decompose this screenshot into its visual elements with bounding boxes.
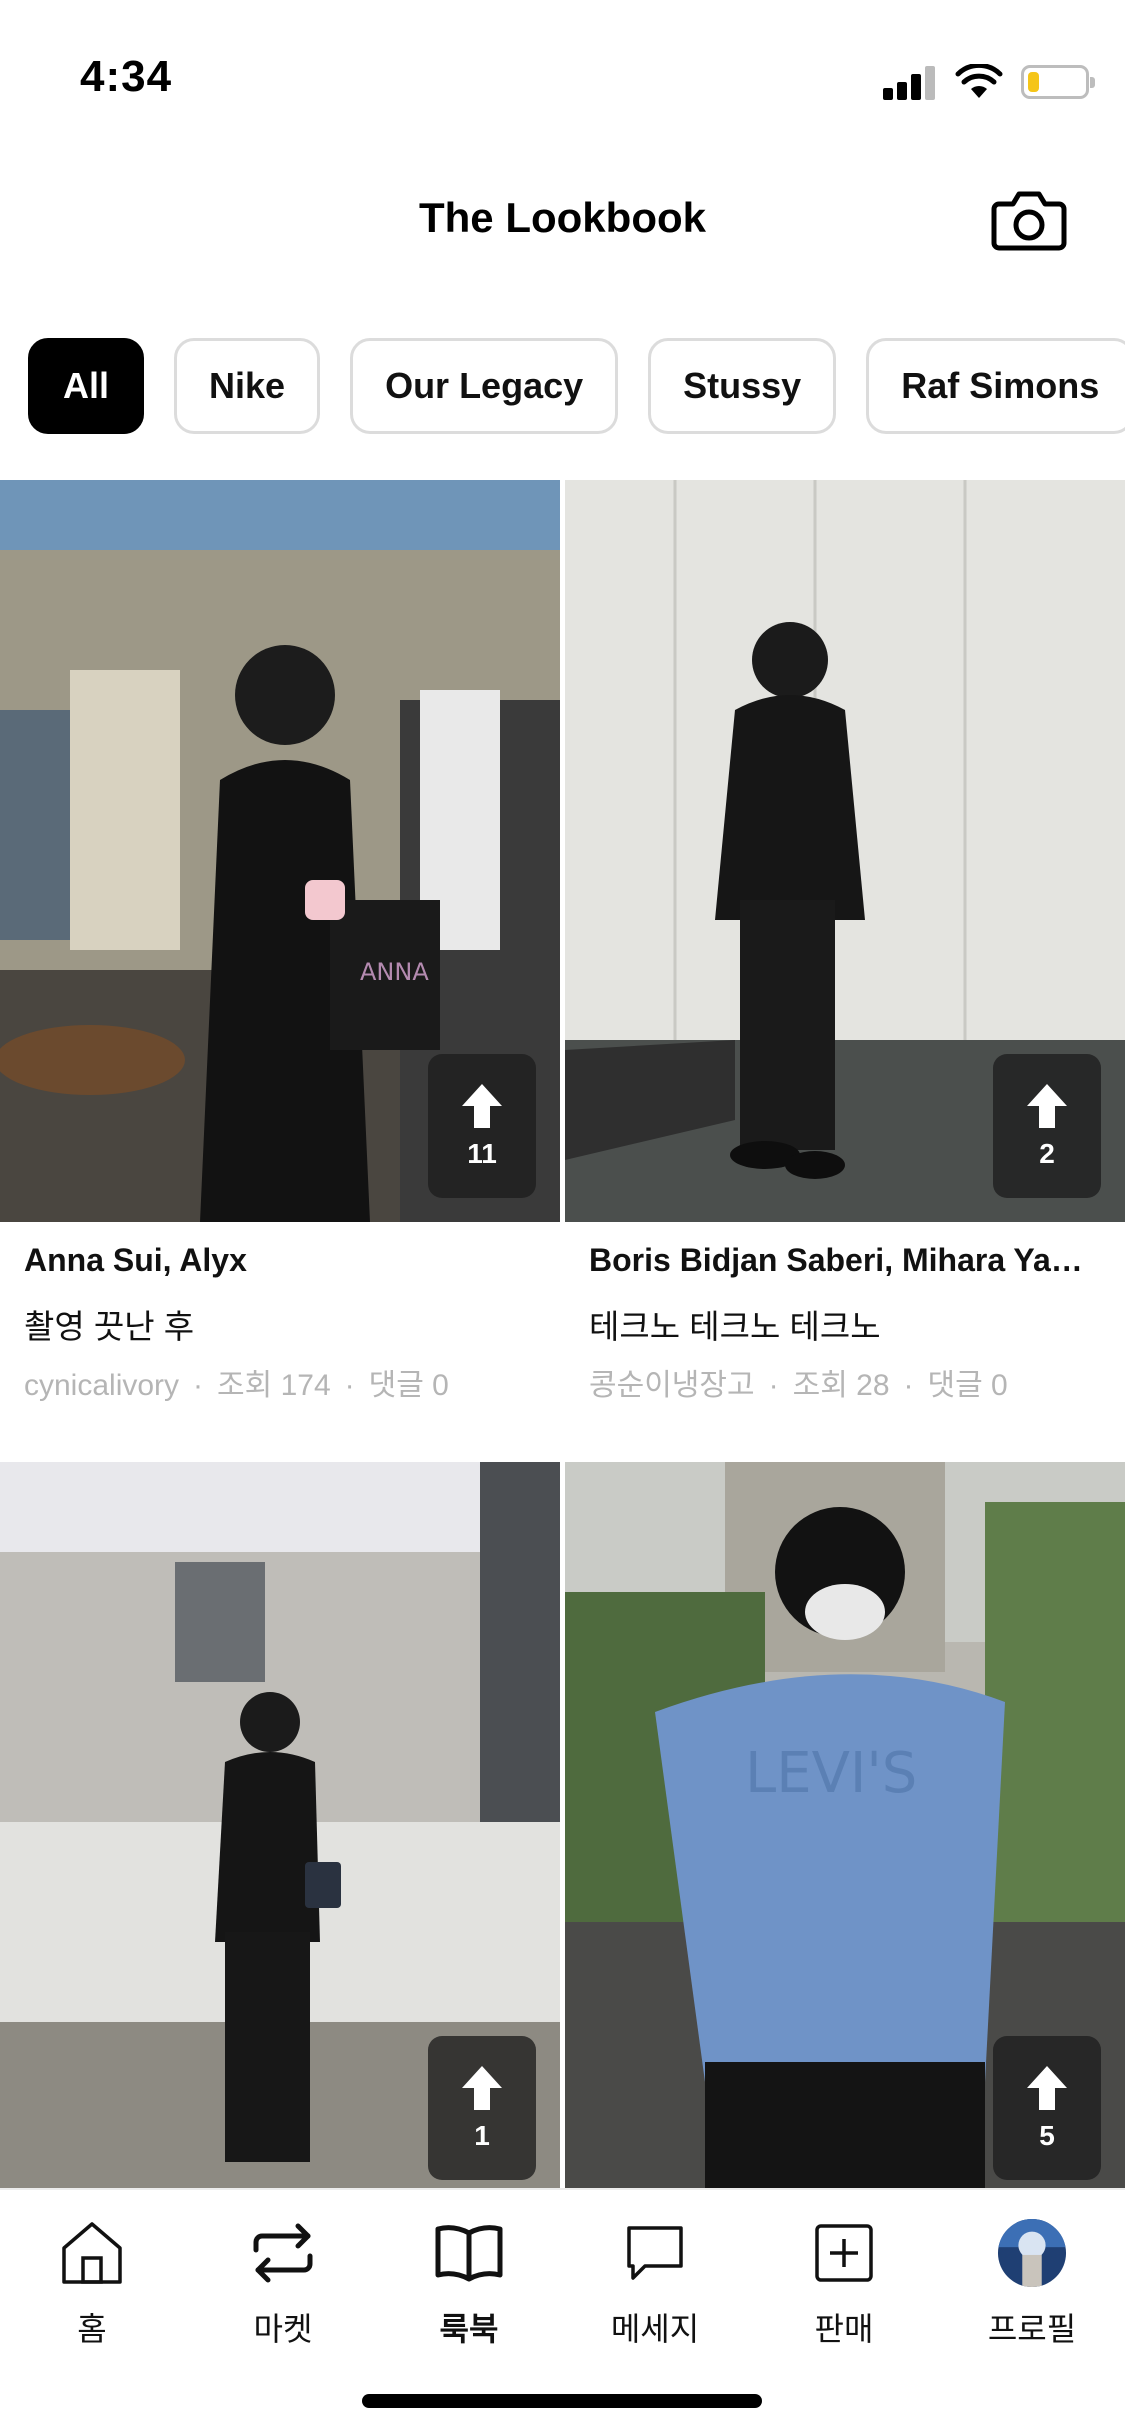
card-author[interactable]: 콩순이냉장고 — [589, 1369, 755, 1402]
tab-label: 룩북 — [439, 2311, 499, 2347]
upvote-button[interactable]: 5 — [993, 2036, 1101, 2180]
tab-profile[interactable]: 프로필 — [957, 2218, 1107, 2350]
filter-chip-all[interactable]: All — [28, 338, 145, 434]
lookbook-card[interactable]: ANNA 11 Anna Sui, Alyx 촬영 끗난 후 cynicaliv… — [0, 480, 560, 1430]
plus-square-icon — [815, 2224, 873, 2282]
tab-market[interactable]: 마켓 — [208, 2218, 358, 2350]
status-icons — [883, 60, 1095, 104]
status-time: 4:34 — [80, 52, 173, 101]
home-icon — [62, 2222, 122, 2284]
filter-chip-stussy[interactable]: Stussy — [648, 338, 837, 434]
upvote-count: 1 — [474, 2120, 490, 2151]
svg-text:LEVI'S: LEVI'S — [745, 1741, 917, 1806]
lookbook-card[interactable]: 2 Boris Bidjan Saberi, Mihara Ya… 테크노 테크… — [565, 480, 1125, 1430]
battery-level — [1028, 72, 1039, 92]
open-book-icon — [435, 2225, 503, 2282]
home-indicator — [362, 2394, 762, 2408]
arrow-up-icon — [462, 1084, 502, 1128]
meta-separator: · — [903, 1369, 914, 1402]
swap-arrows-icon — [253, 2223, 313, 2283]
tab-messages[interactable]: 메세지 — [580, 2218, 730, 2350]
upvote-button[interactable]: 1 — [428, 2036, 536, 2180]
filter-chip-raf-simons[interactable]: Raf Simons — [866, 338, 1125, 434]
battery-icon — [1021, 65, 1095, 99]
arrow-up-icon — [1027, 2066, 1067, 2110]
wifi-icon — [955, 64, 1003, 98]
card-title: 테크노 테크노 테크노 — [589, 1308, 881, 1345]
card-meta: 콩순이냉장고 · 조회 28 · 댓글 0 — [589, 1360, 1008, 1404]
page-title: The Lookbook — [419, 194, 706, 241]
upvote-count: 5 — [1039, 2120, 1055, 2151]
meta-separator: · — [344, 1369, 355, 1402]
upvote-count: 11 — [467, 1138, 497, 1169]
arrow-up-icon — [1027, 1084, 1067, 1128]
tab-label: 메세지 — [610, 2311, 700, 2347]
lookbook-photo[interactable]: 1 — [0, 1462, 560, 2204]
filter-chip-our-legacy[interactable]: Our Legacy — [350, 338, 619, 434]
tab-label: 홈 — [77, 2311, 107, 2347]
tab-lookbook[interactable]: 룩북 — [394, 2218, 544, 2350]
header: The Lookbook — [0, 170, 1125, 270]
lookbook-photo[interactable]: ANNA 11 — [0, 480, 560, 1222]
tab-label: 프로필 — [987, 2311, 1077, 2347]
card-views: 조회 28 — [792, 1369, 890, 1402]
chat-bubble-icon — [627, 2226, 683, 2280]
filter-chip-nike[interactable]: Nike — [174, 338, 321, 434]
card-meta: cynicalivory · 조회 174 · 댓글 0 — [24, 1360, 449, 1404]
meta-separator: · — [193, 1369, 204, 1402]
card-title: 촬영 끗난 후 — [24, 1308, 195, 1345]
lookbook-photo[interactable]: LEVI'S 5 — [565, 1462, 1125, 2204]
avatar — [997, 2218, 1067, 2288]
card-author[interactable]: cynicalivory — [24, 1369, 179, 1402]
camera-button[interactable] — [991, 188, 1067, 252]
upvote-button[interactable]: 2 — [993, 1054, 1101, 1198]
card-brand-tags: Boris Bidjan Saberi, Mihara Ya… — [589, 1242, 1083, 1278]
cellular-signal-icon — [883, 64, 937, 100]
upvote-count: 2 — [1039, 1138, 1055, 1169]
status-bar: 4:34 — [0, 0, 1125, 150]
tab-sell[interactable]: 판매 — [769, 2218, 919, 2350]
card-comments: 댓글 0 — [927, 1369, 1008, 1402]
camera-icon — [991, 191, 1067, 251]
brand-filter-chips: All Nike Our Legacy Stussy Raf Simons — [28, 338, 1125, 436]
arrow-up-icon — [462, 2066, 502, 2110]
bottom-tab-bar: 홈 마켓 룩북 메세지 판매 프로필 — [0, 2188, 1125, 2436]
card-comments: 댓글 0 — [368, 1369, 449, 1402]
card-brand-tags: Anna Sui, Alyx — [24, 1242, 247, 1278]
svg-text:ANNA: ANNA — [360, 958, 429, 986]
lookbook-card[interactable]: 1 — [0, 1462, 560, 2204]
upvote-button[interactable]: 11 — [428, 1054, 536, 1198]
meta-separator: · — [768, 1369, 779, 1402]
tab-label: 판매 — [814, 2311, 874, 2347]
card-views: 조회 174 — [217, 1369, 331, 1402]
tab-home[interactable]: 홈 — [17, 2218, 167, 2350]
lookbook-photo[interactable]: 2 — [565, 480, 1125, 1222]
tab-label: 마켓 — [253, 2311, 313, 2347]
lookbook-card[interactable]: LEVI'S 5 — [565, 1462, 1125, 2204]
